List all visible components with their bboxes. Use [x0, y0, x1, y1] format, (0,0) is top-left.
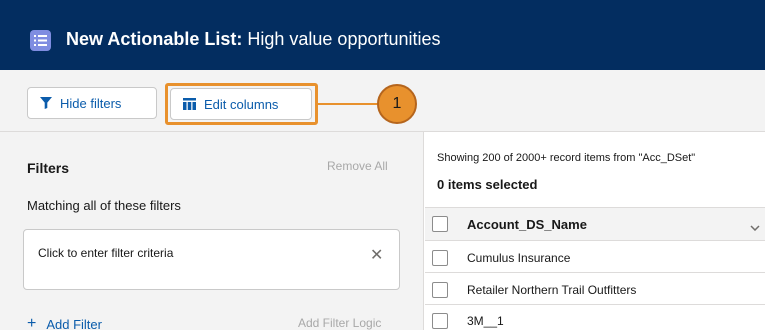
callout-badge: 1	[377, 84, 417, 124]
chevron-down-icon[interactable]	[750, 218, 760, 236]
results-count-text: Showing 200 of 2000+ record items from "…	[437, 152, 696, 164]
remove-all-link[interactable]: Remove All	[327, 159, 388, 173]
filter-funnel-icon	[40, 97, 52, 109]
close-icon[interactable]: ✕	[370, 245, 383, 265]
row-checkbox[interactable]	[432, 313, 448, 329]
callout-connector	[318, 103, 378, 105]
page-title-name: High value opportunities	[247, 29, 441, 49]
page-title-prefix: New Actionable List:	[66, 29, 243, 49]
callout-highlight	[165, 83, 318, 125]
filter-match-text: Matching all of these filters	[27, 198, 181, 213]
hide-filters-label: Hide filters	[60, 95, 122, 111]
filter-criteria-text: Click to enter filter criteria	[38, 246, 174, 260]
selected-count: 0 items selected	[437, 177, 538, 192]
select-all-checkbox[interactable]	[432, 216, 448, 232]
table-cell: Retailer Northern Trail Outfitters	[467, 283, 637, 297]
hide-filters-button[interactable]: Hide filters	[27, 87, 157, 119]
add-filter-link[interactable]: + Add Filter	[27, 315, 102, 330]
filters-title: Filters	[27, 160, 70, 176]
plus-icon: +	[27, 315, 37, 330]
column-header-account-name[interactable]: Account_DS_Name	[467, 217, 587, 232]
row-checkbox[interactable]	[432, 250, 448, 266]
table-cell: 3M__1	[467, 314, 504, 328]
table-cell: Cumulus Insurance	[467, 251, 571, 265]
add-filter-label: Add Filter	[46, 316, 102, 330]
list-icon	[30, 30, 51, 51]
page-title: New Actionable List: High value opportun…	[66, 29, 441, 50]
row-checkbox[interactable]	[432, 282, 448, 298]
add-filter-logic-link[interactable]: Add Filter Logic	[298, 316, 381, 330]
